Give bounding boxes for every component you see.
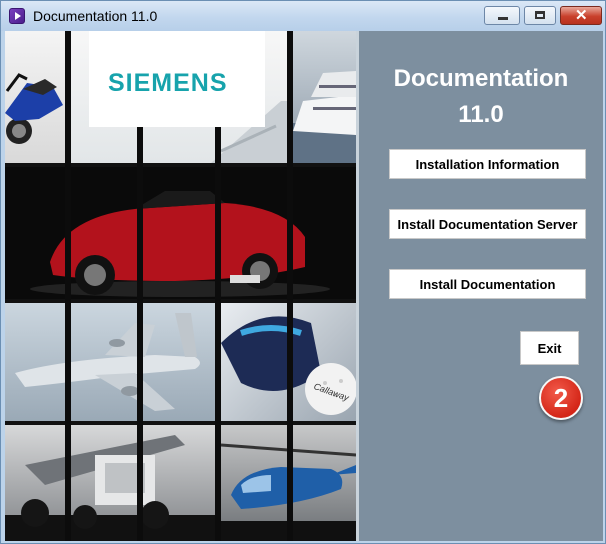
install-documentation-server-button[interactable]: Install Documentation Server	[389, 209, 586, 239]
yacht-image	[293, 31, 356, 163]
exit-button[interactable]: Exit	[520, 331, 579, 365]
siemens-logo: SIEMENS	[108, 69, 228, 97]
cargo-plane-image	[5, 303, 215, 421]
window-title: Documentation 11.0	[33, 8, 158, 24]
action-panel: Documentation 11.0 Installation Informat…	[356, 31, 603, 541]
maximize-button[interactable]	[524, 6, 556, 25]
install-documentation-button[interactable]: Install Documentation	[389, 269, 586, 299]
installation-information-button[interactable]: Installation Information	[389, 149, 586, 179]
content-area: Callaway SIEMENS Documentation 11.0 Inst…	[5, 31, 603, 541]
minimize-button[interactable]	[484, 6, 520, 25]
maximize-icon	[535, 11, 545, 19]
motorcycle-image	[5, 31, 65, 163]
minimize-icon	[498, 17, 508, 20]
close-button[interactable]: ✕	[560, 6, 602, 25]
product-collage: Callaway SIEMENS	[5, 31, 356, 541]
siemens-logo-box: SIEMENS	[89, 31, 265, 127]
title-bar[interactable]: Documentation 11.0 ✕	[1, 1, 605, 31]
collage-divider	[65, 31, 71, 541]
collage-divider	[287, 31, 293, 541]
app-icon	[9, 8, 25, 24]
close-icon: ✕	[575, 7, 588, 24]
sports-car-image	[5, 167, 356, 299]
panel-title: Documentation	[393, 65, 569, 92]
installer-window: Documentation 11.0 ✕ Callaway SIEMENS Do…	[0, 0, 606, 544]
industrial-machine-image	[5, 425, 215, 541]
step-number-badge: 2	[539, 376, 583, 420]
panel-version: 11.0	[458, 101, 504, 128]
